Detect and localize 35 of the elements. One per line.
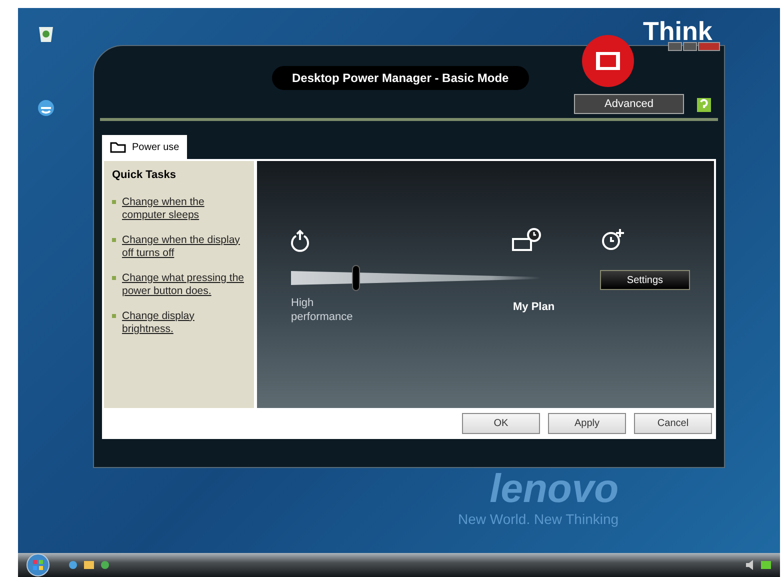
quick-tasks-heading: Quick Tasks — [112, 168, 177, 183]
power-icon — [289, 229, 311, 253]
app-logo-icon — [581, 34, 635, 88]
maximize-button[interactable] — [683, 42, 697, 51]
wallpaper-logo: lenovo — [490, 469, 619, 509]
window-title: Desktop Power Manager - Basic Mode — [272, 66, 529, 90]
quick-task-link[interactable]: Change display brightness. — [122, 310, 246, 336]
display-timer-icon — [512, 227, 542, 253]
advanced-button[interactable]: Advanced — [574, 94, 684, 114]
plan-name: My Plan — [513, 300, 555, 315]
minimize-button[interactable] — [668, 42, 682, 51]
bullet-icon — [112, 276, 116, 280]
help-icon[interactable] — [696, 97, 714, 115]
folder-icon — [110, 142, 126, 152]
slider-thumb[interactable] — [352, 265, 360, 291]
clock-plus-icon — [600, 227, 626, 253]
volume-icon[interactable] — [746, 560, 754, 570]
folder-icon[interactable] — [84, 560, 94, 570]
bullet-icon — [112, 200, 116, 204]
quick-task-link[interactable]: Change when the display off turns off — [122, 234, 246, 260]
quick-task-link[interactable]: Change when the computer sleeps — [122, 196, 246, 222]
dialog-button[interactable]: Apply — [548, 413, 626, 434]
bullet-icon — [112, 314, 116, 318]
brand-logo: Think — [643, 18, 712, 44]
recycle-bin-icon[interactable] — [36, 24, 56, 44]
dialog-button[interactable]: Cancel — [634, 413, 712, 434]
power-slider[interactable] — [291, 265, 541, 291]
dialog-button[interactable]: OK — [462, 413, 540, 434]
start-button-icon[interactable] — [26, 553, 50, 577]
quick-task-link[interactable]: Change what pressing the power button does. — [122, 272, 246, 298]
settings-button[interactable]: Settings — [600, 270, 690, 290]
tab[interactable]: Power use — [102, 135, 188, 159]
bullet-icon — [112, 238, 116, 242]
slider-label: High performance — [291, 297, 354, 324]
wallpaper-slogan: New World. New Thinking — [458, 510, 619, 529]
